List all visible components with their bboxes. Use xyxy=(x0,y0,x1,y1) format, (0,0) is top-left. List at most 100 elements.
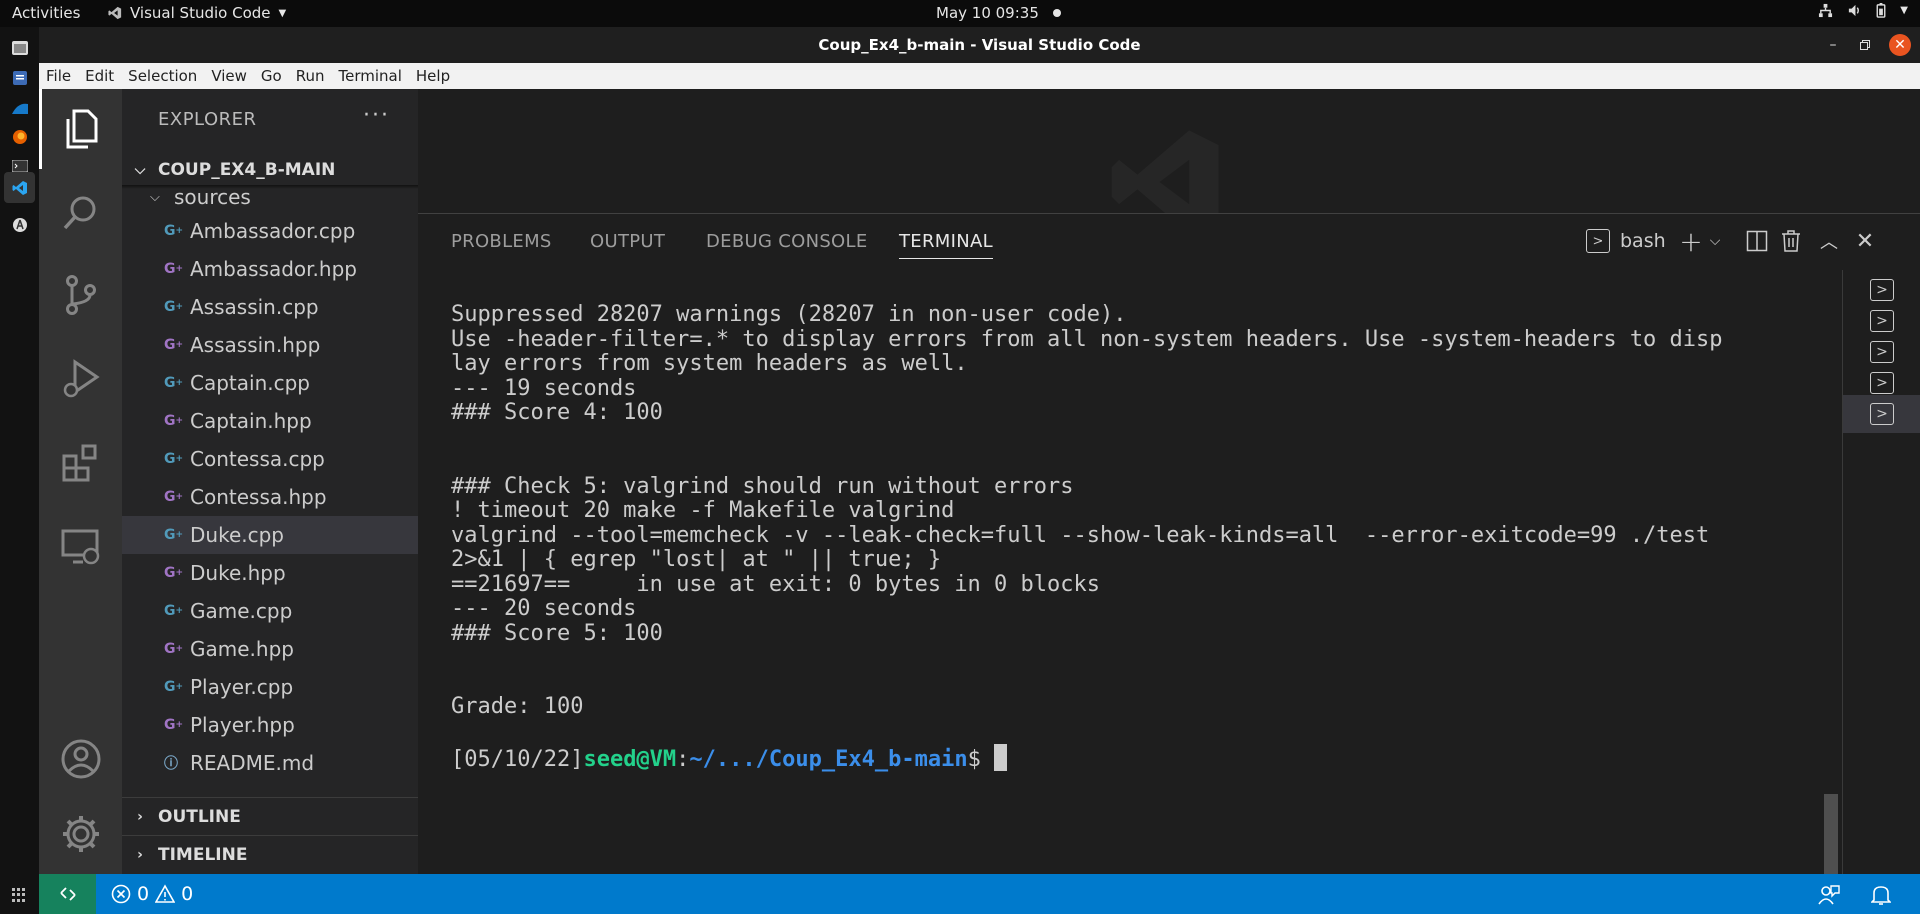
outline-section-header[interactable]: › OUTLINE xyxy=(122,797,418,835)
remote-explorer-activity-button[interactable] xyxy=(39,507,122,587)
manage-activity-button[interactable] xyxy=(39,794,122,874)
workspace-folder-name: COUP_EX4_B-MAIN xyxy=(158,160,336,180)
file-item[interactable]: G + Duke.cpp xyxy=(122,516,418,554)
menu-go[interactable]: Go xyxy=(254,67,289,85)
file-item[interactable]: G + Assassin.cpp xyxy=(122,288,418,326)
terminal-cursor xyxy=(994,744,1008,771)
run-debug-activity-button[interactable] xyxy=(39,339,122,419)
file-item[interactable]: G + Game.cpp xyxy=(122,592,418,630)
files-icon xyxy=(66,109,98,149)
scroll-shadow xyxy=(122,185,418,189)
prompt-separator: : xyxy=(676,747,690,772)
file-item[interactable]: G + Game.hpp xyxy=(122,630,418,668)
remote-explorer-icon xyxy=(61,529,99,565)
new-terminal-button[interactable]: + xyxy=(1676,224,1706,258)
software-app-icon[interactable] xyxy=(9,214,31,236)
hpp-file-icon: G + xyxy=(164,489,184,505)
file-item[interactable]: G + Assassin.hpp xyxy=(122,326,418,364)
hpp-file-icon: G + xyxy=(164,337,184,353)
menu-view[interactable]: View xyxy=(204,67,254,85)
shell-name: bash xyxy=(1620,230,1666,252)
file-item[interactable]: G + Contessa.cpp xyxy=(122,440,418,478)
trash-icon xyxy=(1782,230,1800,252)
cpp-file-icon: G + xyxy=(164,451,184,467)
hpp-file-icon: G + xyxy=(164,717,184,733)
notifications-button[interactable] xyxy=(1868,882,1894,908)
wireshark-app-icon[interactable] xyxy=(9,97,31,119)
source-control-activity-button[interactable] xyxy=(39,255,122,335)
split-terminal-button[interactable] xyxy=(1742,224,1772,258)
file-item[interactable]: ⓘ README.md xyxy=(122,744,418,782)
network-icon xyxy=(1819,3,1833,18)
timeline-section-header[interactable]: › TIMELINE xyxy=(122,835,418,873)
close-window-button[interactable]: ✕ xyxy=(1889,34,1911,56)
file-name: Ambassador.hpp xyxy=(190,257,357,281)
chevron-down-icon: ▼ xyxy=(1900,5,1908,16)
explorer-more-actions-button[interactable]: ··· xyxy=(363,103,390,128)
maximize-panel-button[interactable]: ︿ xyxy=(1814,224,1844,258)
tab-terminal[interactable]: TERMINAL xyxy=(899,231,993,259)
cpp-file-icon: G + xyxy=(164,299,184,315)
file-item[interactable]: G + Player.hpp xyxy=(122,706,418,744)
file-item[interactable]: G + Captain.cpp xyxy=(122,364,418,402)
file-item[interactable]: G + Contessa.hpp xyxy=(122,478,418,516)
app-menu[interactable]: Visual Studio Code ▼ xyxy=(108,4,286,22)
system-tray[interactable]: ▼ xyxy=(1818,3,1908,18)
file-item[interactable]: G + Player.cpp xyxy=(122,668,418,706)
vscode-app-icon[interactable] xyxy=(4,172,35,203)
accounts-activity-button[interactable] xyxy=(39,719,122,799)
clock[interactable]: May 10 09:35 xyxy=(936,4,1061,22)
file-item[interactable]: G + Duke.hpp xyxy=(122,554,418,592)
remote-indicator-button[interactable] xyxy=(39,874,96,914)
menu-file[interactable]: File xyxy=(39,67,78,85)
explorer-activity-button[interactable] xyxy=(39,89,122,169)
problems-status-button[interactable]: 0 0 xyxy=(111,883,193,905)
terminal-scrollbar[interactable] xyxy=(1824,270,1838,875)
activities-button[interactable]: Activities xyxy=(12,4,80,22)
tab-problems[interactable]: PROBLEMS xyxy=(451,231,552,258)
feedback-icon xyxy=(1818,885,1840,905)
file-item[interactable]: G + Ambassador.hpp xyxy=(122,250,418,288)
close-panel-button[interactable]: ✕ xyxy=(1850,224,1880,258)
editor-area[interactable] xyxy=(418,89,1920,234)
file-item[interactable]: G + Ambassador.cpp xyxy=(122,212,418,250)
workspace-folder-header[interactable]: ⌵ COUP_EX4_B-MAIN xyxy=(122,155,418,185)
terminal-profiles-dropdown[interactable]: ⌵ xyxy=(1704,224,1726,258)
menu-edit[interactable]: Edit xyxy=(78,67,121,85)
menu-help[interactable]: Help xyxy=(409,67,457,85)
terminal-line: ! timeout 20 make -f Makefile valgrind xyxy=(451,498,955,523)
window-title-bar: Coup_Ex4_b-main - Visual Studio Code – ✕ xyxy=(39,27,1920,63)
search-activity-button[interactable] xyxy=(39,173,122,253)
menu-selection[interactable]: Selection xyxy=(121,67,204,85)
terminal-output[interactable]: Suppressed 28207 warnings (28207 in non-… xyxy=(451,300,1801,775)
terminal-line: Grade: 100 xyxy=(451,694,584,719)
terminal-shell-selector[interactable]: > bash xyxy=(1586,224,1686,258)
text-editor-app-icon[interactable] xyxy=(9,67,31,89)
menu-terminal[interactable]: Terminal xyxy=(332,67,409,85)
tab-debug-console[interactable]: DEBUG CONSOLE xyxy=(706,231,868,258)
files-app-icon[interactable] xyxy=(9,37,31,59)
screen: Activities Visual Studio Code ▼ May 10 0… xyxy=(0,0,1920,914)
kill-terminal-button[interactable] xyxy=(1776,224,1806,258)
terminal-instance-item[interactable]: > xyxy=(1843,395,1920,433)
file-name: Captain.hpp xyxy=(190,409,312,433)
chevron-right-icon: › xyxy=(137,808,143,825)
terminal-icon: > xyxy=(1586,229,1610,253)
notification-dot-icon xyxy=(1052,9,1061,17)
firefox-app-icon[interactable] xyxy=(9,126,31,148)
minimize-button[interactable]: – xyxy=(1822,34,1844,56)
feedback-button[interactable] xyxy=(1816,882,1842,908)
terminal-line: --- 19 seconds xyxy=(451,375,637,401)
error-icon xyxy=(111,884,131,904)
file-name: Player.hpp xyxy=(190,713,295,737)
scrollbar-thumb[interactable] xyxy=(1824,794,1838,875)
file-item[interactable]: G + Captain.hpp xyxy=(122,402,418,440)
menu-run[interactable]: Run xyxy=(289,67,332,85)
tab-output[interactable]: OUTPUT xyxy=(590,231,665,258)
maximize-button[interactable] xyxy=(1854,34,1876,56)
extensions-activity-button[interactable] xyxy=(39,423,122,503)
show-apps-icon[interactable] xyxy=(12,888,26,902)
file-name: Assassin.hpp xyxy=(190,333,321,357)
